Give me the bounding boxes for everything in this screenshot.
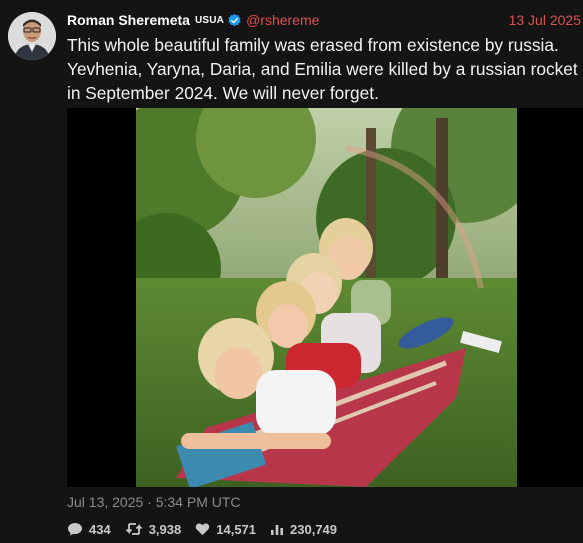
author-name[interactable]: Roman Sheremeta: [67, 12, 190, 28]
retweet-count: 3,938: [148, 521, 182, 537]
like-count: 14,571: [216, 521, 257, 537]
views-count: 230,749: [290, 521, 338, 537]
post-stats: 434 3,938 14,571 230,749: [67, 520, 351, 538]
reply-count: 434: [89, 521, 111, 537]
views-icon: [271, 525, 284, 535]
post-photo[interactable]: [136, 108, 517, 487]
reply-icon: [68, 523, 82, 536]
retweet-icon: [125, 523, 142, 535]
reply-stat[interactable]: 434: [67, 522, 111, 537]
retweet-stat[interactable]: 3,938: [125, 521, 182, 537]
avatar[interactable]: [8, 12, 56, 60]
author-tag: USUA: [194, 14, 225, 26]
post-header: Roman Sheremeta USUA @rshereme 13 Jul 20…: [67, 10, 583, 30]
author-handle[interactable]: @rshereme: [246, 12, 319, 28]
post-text: This whole beautiful family was erased f…: [67, 35, 578, 103]
post-timestamp[interactable]: Jul 13, 2025 · 5:34 PM UTC: [67, 494, 241, 510]
like-icon: [196, 523, 210, 536]
like-stat[interactable]: 14,571: [195, 522, 256, 537]
media-container[interactable]: [67, 108, 583, 487]
views-stat[interactable]: 230,749: [270, 522, 337, 537]
verified-icon: [227, 13, 242, 28]
post-date[interactable]: 13 Jul 2025: [509, 12, 581, 28]
